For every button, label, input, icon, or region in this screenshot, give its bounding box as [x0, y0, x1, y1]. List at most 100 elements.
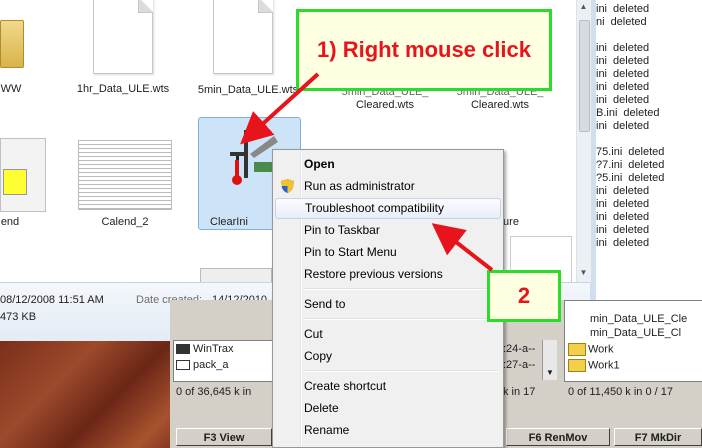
scroll-up-icon[interactable]: ▲: [579, 2, 588, 12]
list-item[interactable]: Work: [568, 343, 613, 356]
list-item[interactable]: Work1: [568, 359, 620, 372]
scroll-down-icon[interactable]: ▼: [546, 368, 554, 377]
log-line: ni deleted: [596, 16, 647, 29]
file-item[interactable]: 1hr_Data_ULE.wts: [62, 83, 184, 95]
log-panel: ini deleted ni deleted ini deleted ini deleted i…: [596, 0, 702, 300]
chart-thumbnail: [80, 238, 168, 282]
log-filename: ?7.ini: [596, 159, 623, 171]
list-item[interactable]: WinTrax: [176, 343, 234, 355]
log-status: deleted: [613, 42, 650, 54]
menu-item-label: Pin to Start Menu: [304, 245, 397, 259]
menu-item-pin-to-taskbar[interactable]: Pin to Taskbar: [275, 220, 501, 241]
list-item[interactable]: pack_a: [176, 359, 228, 371]
log-filename: 75.ini: [596, 146, 623, 158]
menu-item-create-shortcut[interactable]: Create shortcut: [275, 376, 501, 397]
log-status: deleted: [613, 237, 650, 249]
file-item[interactable]: 5min_Data_ULE.wts: [196, 83, 300, 97]
menu-item-rename[interactable]: Rename: [275, 420, 501, 441]
log-status: deleted: [613, 68, 650, 80]
renmov-button[interactable]: F6 RenMov: [506, 428, 610, 446]
log-filename: ini: [596, 211, 608, 223]
log-filename: ?5.ini: [596, 172, 623, 184]
mid-status: k in 17: [503, 386, 536, 398]
log-filename: ini: [596, 94, 608, 106]
log-status: deleted: [613, 211, 650, 223]
scrollbar-thumb[interactable]: [579, 20, 590, 132]
calendar-thumbnail: [0, 138, 46, 212]
file-item[interactable]: Calend_2: [70, 216, 180, 228]
log-status: deleted: [613, 55, 650, 67]
log-filename: ini: [596, 68, 608, 80]
menu-item-open[interactable]: Open: [275, 154, 501, 175]
menu-item-troubleshoot-compatibility[interactable]: Troubleshoot compatibility: [275, 198, 501, 219]
file-label: ure: [503, 216, 519, 228]
callout-step1: 1) Right mouse click: [296, 9, 552, 91]
desktop-background: [0, 340, 178, 448]
mkdir-button[interactable]: F7 MkDir: [614, 428, 702, 446]
file-size-value: 473 KB: [0, 311, 37, 323]
log-line: ini deleted: [596, 185, 649, 198]
log-status: deleted: [628, 172, 665, 184]
menu-item-label: Create shortcut: [304, 379, 387, 393]
menu-separator: [303, 318, 499, 320]
mid-scrollbar[interactable]: ▼: [542, 340, 557, 380]
spreadsheet-thumbnail: [78, 140, 172, 210]
menu-item-cut[interactable]: Cut: [275, 324, 501, 345]
log-status: deleted: [623, 107, 660, 119]
log-filename: ini: [596, 237, 608, 249]
list-item-label: pack_a: [193, 359, 229, 371]
log-line: ini deleted: [596, 224, 649, 237]
view-button[interactable]: F3 View: [176, 428, 272, 446]
log-line: ini deleted: [596, 68, 649, 81]
menu-item-copy[interactable]: Copy: [275, 346, 501, 367]
log-status: deleted: [613, 185, 650, 197]
log-line: ?5.ini deleted: [596, 172, 664, 185]
vertical-scrollbar[interactable]: ▲ ▼: [576, 0, 591, 282]
menu-item-label: Restore previous versions: [304, 267, 443, 281]
menu-item-label: Copy: [304, 349, 333, 363]
file-item-clearini[interactable]: ClearIni: [210, 216, 270, 228]
menu-item-pin-to-start-menu[interactable]: Pin to Start Menu: [275, 242, 501, 263]
log-status: deleted: [613, 94, 650, 106]
uac-shield-icon: [281, 179, 294, 193]
menu-item-send-to[interactable]: Send to: [275, 294, 501, 315]
file-item[interactable]: end: [0, 216, 20, 228]
list-item[interactable]: min_Data_ULE_Cle: [590, 313, 687, 325]
menu-item-run-as-administrator[interactable]: Run as administrator: [275, 176, 501, 197]
list-item-label: Work1: [588, 359, 620, 372]
menu-item-label: Run as administrator: [304, 179, 415, 193]
file-label: 1hr_Data_ULE.wts: [76, 83, 170, 95]
log-filename: ini: [596, 224, 608, 236]
folder-icon: [568, 359, 586, 372]
log-line: ?7.ini deleted: [596, 159, 664, 172]
log-line: ini deleted: [596, 94, 649, 107]
log-line: ini deleted: [596, 81, 649, 94]
file-icon: [176, 360, 190, 371]
log-filename: ni: [596, 16, 605, 28]
log-status: deleted: [613, 120, 650, 132]
log-filename: ini: [596, 198, 608, 210]
context-menu: Open Run as administrator Troubleshoot com…: [272, 149, 504, 448]
folder-icon: [176, 344, 190, 355]
log-filename: ini: [596, 42, 608, 54]
folder-icon: [0, 20, 24, 68]
menu-item-delete[interactable]: Delete: [275, 398, 501, 419]
log-status: deleted: [628, 159, 665, 171]
log-line: B.ini deleted: [596, 107, 660, 120]
log-line: ini deleted: [596, 211, 649, 224]
menu-item-restore-previous-versions[interactable]: Restore previous versions: [275, 264, 501, 285]
list-item-attr: :24-a--: [503, 343, 536, 355]
right-status: 0 of 11,450 k in 0 / 17: [568, 386, 673, 398]
list-item[interactable]: min_Data_ULE_Cl: [590, 327, 681, 339]
menu-separator: [303, 370, 499, 372]
log-filename: B.ini: [596, 107, 618, 119]
log-status: deleted: [628, 146, 665, 158]
log-status: deleted: [613, 198, 650, 210]
log-filename: ini: [596, 120, 608, 132]
file-item[interactable]: WW: [0, 83, 22, 95]
log-status: deleted: [610, 16, 647, 28]
document-icon: [93, 0, 153, 74]
scroll-down-icon[interactable]: ▼: [579, 268, 588, 278]
menu-item-label: Rename: [304, 423, 350, 437]
menu-separator: [303, 288, 499, 290]
